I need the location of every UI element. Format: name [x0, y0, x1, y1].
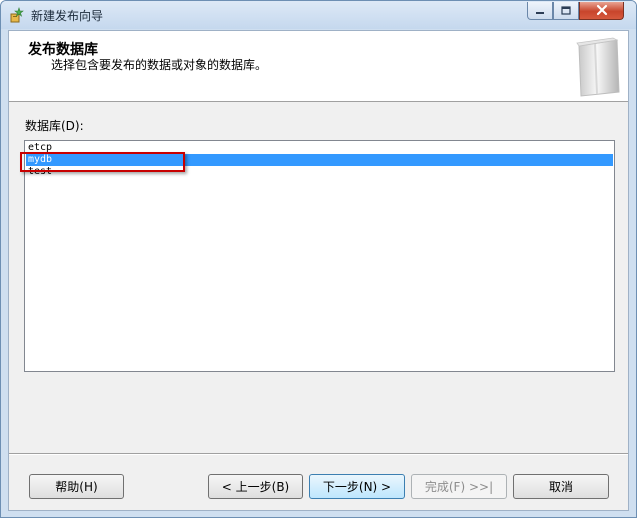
help-button[interactable]: 帮助(H): [29, 474, 124, 499]
database-listbox[interactable]: etcp mydb test: [24, 140, 615, 372]
window-title: 新建发布向导: [31, 9, 104, 23]
finish-button[interactable]: 完成(F) >>|: [411, 474, 507, 499]
database-list-label: 数据库(D):: [25, 119, 84, 133]
minimize-icon: [535, 1, 545, 20]
page-subtitle: 选择包含要发布的数据或对象的数据库。: [51, 58, 268, 72]
database-cylinder-icon: [569, 36, 627, 98]
wizard-app-icon: [9, 7, 25, 23]
wizard-client-area: 发布数据库 选择包含要发布的数据或对象的数据库。 数据库(D): etcp my…: [8, 30, 629, 511]
close-button[interactable]: [579, 2, 624, 20]
footer-divider: [9, 453, 628, 455]
cancel-button[interactable]: 取消: [513, 474, 609, 499]
maximize-icon: [561, 1, 571, 20]
maximize-button[interactable]: [553, 2, 579, 20]
wizard-header: 发布数据库 选择包含要发布的数据或对象的数据库。: [9, 31, 628, 102]
wizard-window: 新建发布向导 发布数据库 选择包含要发布的数据或对象的数据库。 数据库(D): …: [0, 0, 637, 518]
back-button[interactable]: < 上一步(B): [208, 474, 303, 499]
list-item-test[interactable]: test: [26, 166, 613, 178]
list-item-mydb[interactable]: mydb: [26, 154, 613, 166]
list-item-etcp[interactable]: etcp: [26, 142, 613, 154]
close-icon: [596, 1, 608, 20]
minimize-button[interactable]: [527, 2, 553, 20]
next-button[interactable]: 下一步(N) >: [309, 474, 405, 499]
title-bar[interactable]: 新建发布向导: [1, 1, 636, 29]
